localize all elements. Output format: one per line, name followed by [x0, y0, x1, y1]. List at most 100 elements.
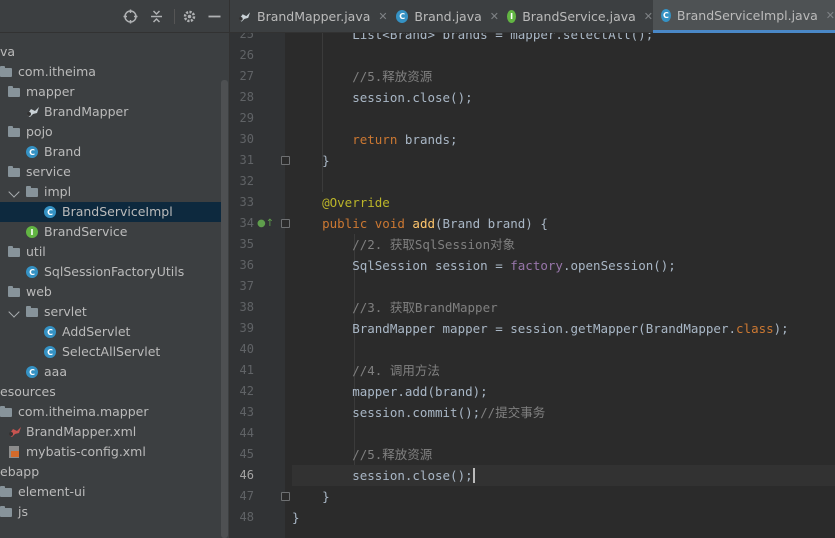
- line-number: 26: [239, 48, 254, 62]
- code-line[interactable]: //4. 调用方法: [292, 360, 440, 381]
- code-editor[interactable]: 25 26 27 28 29 30 31 32 33 34 35 36 37 38 39 40 41 42 43 44…: [230, 33, 835, 538]
- line-number: 39: [239, 321, 254, 335]
- code-line[interactable]: session.close();: [292, 87, 472, 108]
- code-token: (Brand brand) {: [435, 216, 548, 231]
- code-line[interactable]: //2. 获取SqlSession对象: [292, 234, 515, 255]
- code-token: }: [292, 510, 300, 525]
- code-line[interactable]: }: [292, 507, 300, 528]
- tree-item[interactable]: C AddServlet: [0, 322, 221, 342]
- code-token: );: [773, 321, 789, 336]
- code-line[interactable]: public void add(Brand brand) {: [292, 213, 548, 234]
- code-line[interactable]: //5.释放资源: [292, 444, 432, 465]
- code-line[interactable]: }: [292, 150, 330, 171]
- class-icon: C: [44, 326, 56, 338]
- tree-item[interactable]: C SelectAllServlet: [0, 342, 221, 362]
- code-line[interactable]: //3. 获取BrandMapper: [292, 297, 497, 318]
- line-number: 32: [239, 174, 254, 188]
- tree-item[interactable]: mybatis-config.xml: [0, 442, 221, 462]
- code-token: @Override: [292, 195, 390, 210]
- xml-file-icon: [8, 446, 22, 458]
- fold-marker-icon[interactable]: [281, 219, 290, 228]
- class-icon: C: [26, 146, 38, 158]
- tree-item[interactable]: va: [0, 42, 221, 62]
- code-line[interactable]: BrandMapper mapper = session.getMapper(B…: [292, 318, 789, 339]
- tree-item[interactable]: impl: [0, 182, 221, 202]
- close-icon[interactable]: ✕: [826, 9, 835, 22]
- tree-item[interactable]: service: [0, 162, 221, 182]
- tree-item[interactable]: ebapp: [0, 462, 221, 482]
- close-icon[interactable]: ✕: [490, 10, 499, 23]
- target-icon[interactable]: [122, 8, 139, 25]
- tree-item[interactable]: C SqlSessionFactoryUtils: [0, 262, 221, 282]
- fold-marker-icon[interactable]: [281, 156, 290, 165]
- code-line[interactable]: return brands;: [292, 129, 457, 150]
- folder-icon: [26, 186, 38, 197]
- override-marker-icon[interactable]: ●↑: [257, 213, 274, 234]
- tree-item[interactable]: C BrandServiceImpl: [0, 202, 221, 222]
- tree-item-label: BrandServiceImpl: [62, 204, 173, 219]
- line-number: 42: [239, 384, 254, 398]
- minimize-icon[interactable]: [206, 8, 223, 25]
- class-icon: C: [44, 206, 56, 218]
- folder-icon: [0, 506, 12, 517]
- tree-item[interactable]: esources: [0, 382, 221, 402]
- folder-icon: [8, 166, 20, 177]
- close-icon[interactable]: ✕: [644, 10, 653, 23]
- tree-item[interactable]: element-ui: [0, 482, 221, 502]
- tree-item[interactable]: BrandMapper.xml: [0, 422, 221, 442]
- toolbar-separator: [174, 9, 175, 24]
- editor-tab[interactable]: C Brand.java ✕: [388, 0, 499, 33]
- tree-item[interactable]: web: [0, 282, 221, 302]
- collapse-icon[interactable]: [148, 8, 165, 25]
- editor-tab[interactable]: C BrandServiceImpl.java ✕: [653, 0, 835, 33]
- code-line[interactable]: mapper.add(brand);: [292, 381, 487, 402]
- tree-item[interactable]: com.itheima.mapper: [0, 402, 221, 422]
- code-line[interactable]: List<Brand> brands = mapper.selectAll();: [292, 33, 653, 45]
- editor-tab-bar: BrandMapper.java ✕ C Brand.java ✕ I BrandServi…: [230, 0, 835, 33]
- code-token: session.commit();: [292, 405, 481, 420]
- folder-icon: [8, 246, 20, 257]
- code-line[interactable]: session.close();: [292, 465, 835, 486]
- tab-label: BrandServiceImpl.java: [676, 7, 818, 23]
- tree-item[interactable]: js: [0, 502, 221, 522]
- code-token: session.close();: [292, 468, 473, 483]
- gear-icon[interactable]: [181, 8, 198, 25]
- code-token: }: [292, 153, 330, 168]
- class-icon: C: [661, 8, 671, 22]
- code-token: //5.释放资源: [292, 447, 433, 462]
- editor-tab[interactable]: BrandMapper.java ✕: [230, 0, 388, 33]
- fold-marker-icon[interactable]: [281, 492, 290, 501]
- tree-item[interactable]: I BrandService: [0, 222, 221, 242]
- mybatis-bird-icon: [26, 106, 40, 118]
- tree-item[interactable]: C Brand: [0, 142, 221, 162]
- line-number: 29: [239, 111, 254, 125]
- code-line[interactable]: }: [292, 486, 330, 507]
- code-token: //5.释放资源: [292, 69, 433, 84]
- tree-item[interactable]: Caaa: [0, 362, 221, 382]
- tree-item[interactable]: pojo: [0, 122, 221, 142]
- line-number: 37: [239, 279, 254, 293]
- tree-item-label: com.itheima: [18, 64, 96, 79]
- folder-icon: [8, 126, 20, 137]
- code-token: return: [292, 132, 405, 147]
- chevron-down-icon[interactable]: [8, 306, 20, 318]
- tree-item-label: AddServlet: [62, 324, 131, 339]
- tree-item[interactable]: BrandMapper: [0, 102, 221, 122]
- tree-item[interactable]: util: [0, 242, 221, 262]
- tab-label: Brand.java: [414, 9, 482, 24]
- code-line[interactable]: SqlSession session = factory.openSession…: [292, 255, 676, 276]
- code-token: add: [412, 216, 435, 231]
- tree-item-label: va: [0, 44, 16, 59]
- code-line[interactable]: //5.释放资源: [292, 66, 432, 87]
- code-line[interactable]: @Override: [292, 192, 390, 213]
- chevron-down-icon[interactable]: [8, 186, 20, 198]
- tree-item[interactable]: mapper: [0, 82, 221, 102]
- tree-item[interactable]: servlet: [0, 302, 221, 322]
- code-line[interactable]: session.commit();//提交事务: [292, 402, 545, 423]
- close-icon[interactable]: ✕: [378, 10, 387, 23]
- code-token: }: [292, 489, 330, 504]
- tree-item-label: util: [26, 244, 46, 259]
- project-scrollbar[interactable]: [221, 80, 228, 538]
- editor-tab[interactable]: I BrandService.java ✕: [499, 0, 653, 33]
- tree-item[interactable]: com.itheima: [0, 62, 221, 82]
